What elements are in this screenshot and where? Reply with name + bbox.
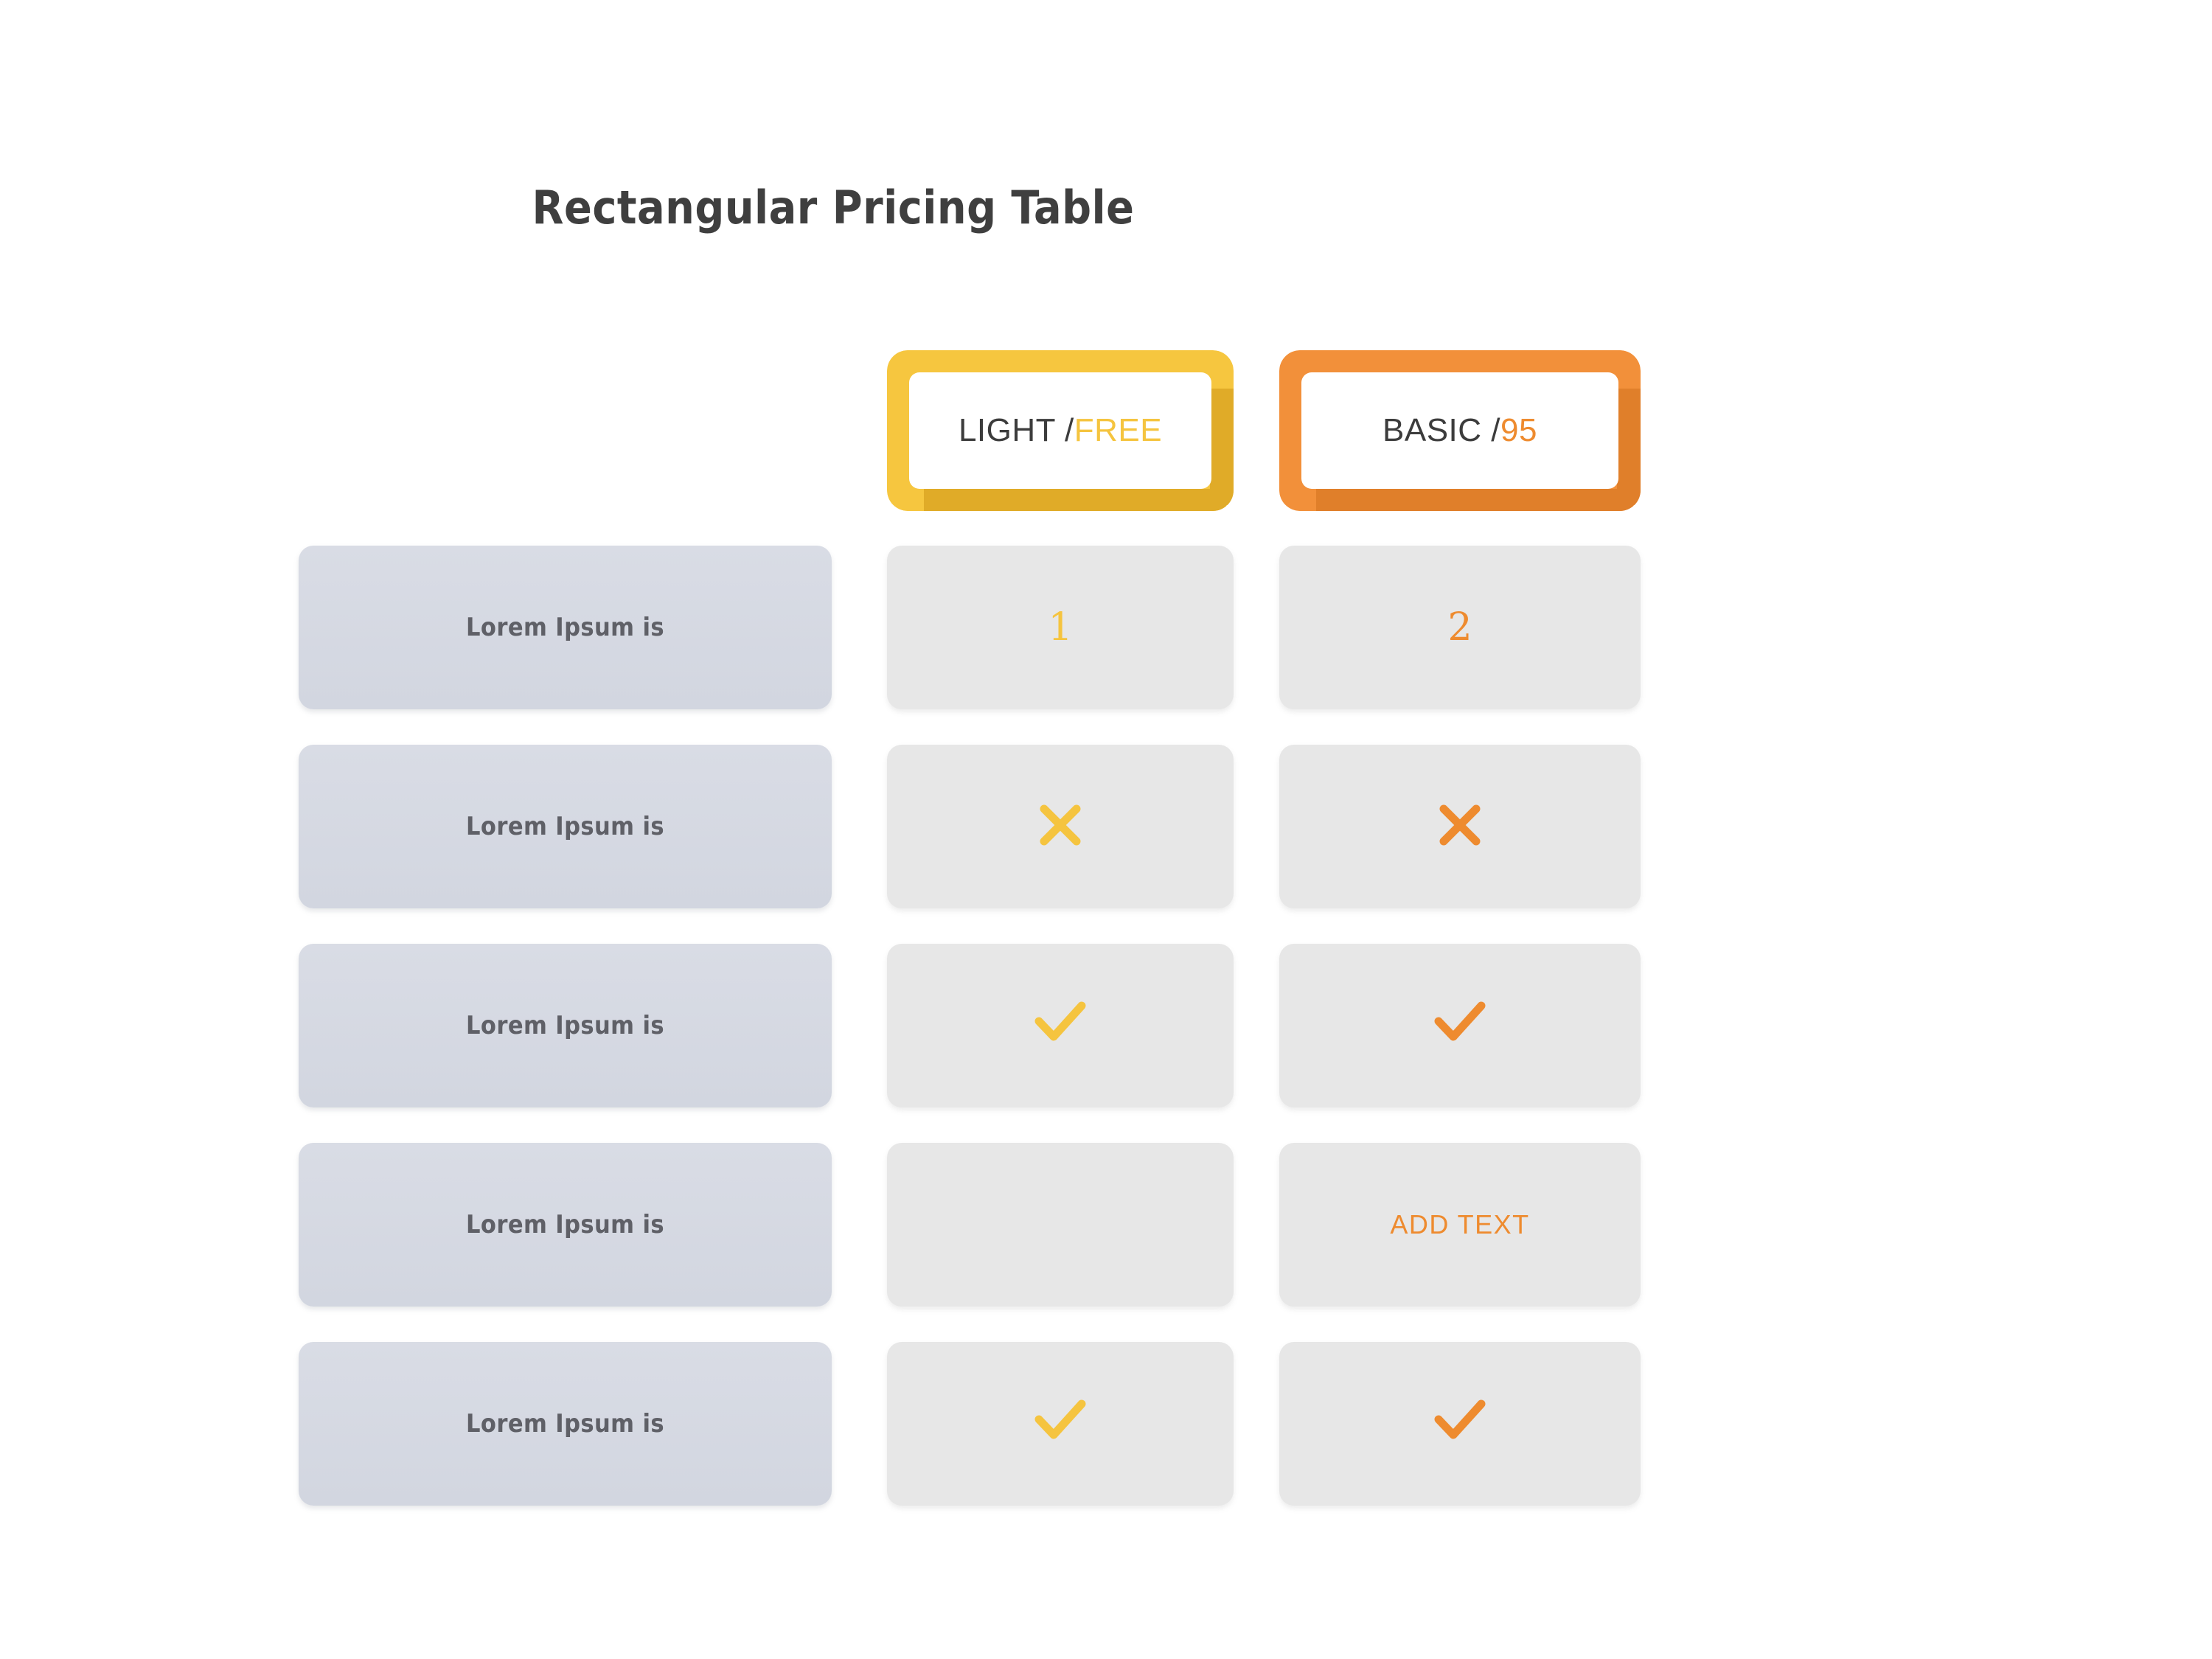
feature-label-text: Lorem Ipsum is xyxy=(466,1409,664,1439)
plan-name-text: BASIC / xyxy=(1382,412,1501,448)
page-title: Rectangular Pricing Table xyxy=(532,181,1135,234)
plan-card-shadow-bottom xyxy=(924,489,1226,511)
feature-label-cell: Lorem Ipsum is xyxy=(299,1342,832,1506)
value-text: ADD TEXT xyxy=(1390,1209,1530,1239)
slide-canvas: Rectangular Pricing Table LIGHT /FREE BA… xyxy=(0,0,2212,1659)
value-number: 2 xyxy=(1447,605,1472,650)
plan-header-card-light[interactable]: LIGHT /FREE xyxy=(887,350,1234,511)
value-number: 1 xyxy=(1048,605,1073,650)
plan-value-cell[interactable] xyxy=(1279,944,1641,1107)
feature-label-cell: Lorem Ipsum is xyxy=(299,745,832,908)
plan-card-shadow-right xyxy=(1210,389,1234,505)
plan-value-cell[interactable] xyxy=(887,944,1234,1107)
plan-name-text: LIGHT / xyxy=(958,412,1074,448)
check-icon xyxy=(1434,1001,1486,1051)
feature-label-cell: Lorem Ipsum is xyxy=(299,1143,832,1307)
feature-label-text: Lorem Ipsum is xyxy=(466,1011,664,1040)
plan-price-light: FREE xyxy=(1074,412,1163,448)
check-icon xyxy=(1434,1399,1486,1449)
plan-card-inner: LIGHT /FREE xyxy=(909,372,1211,489)
plan-name-light: LIGHT /FREE xyxy=(959,412,1162,449)
feature-label-cell: Lorem Ipsum is xyxy=(299,546,832,709)
check-icon xyxy=(1034,1399,1086,1449)
plan-card-shadow-right xyxy=(1617,389,1641,505)
cross-icon xyxy=(1438,803,1482,851)
plan-value-cell[interactable] xyxy=(887,1342,1234,1506)
plan-card-shadow-bottom xyxy=(1316,489,1633,511)
plan-value-cell[interactable]: 1 xyxy=(887,546,1234,709)
plan-value-cell[interactable] xyxy=(1279,1342,1641,1506)
plan-value-cell[interactable]: ADD TEXT xyxy=(1279,1143,1641,1307)
plan-value-cell[interactable]: 2 xyxy=(1279,546,1641,709)
plan-value-cell[interactable] xyxy=(1279,745,1641,908)
plan-name-basic: BASIC /95 xyxy=(1382,412,1537,449)
check-icon xyxy=(1034,1001,1086,1051)
feature-label-text: Lorem Ipsum is xyxy=(466,1210,664,1239)
feature-label-text: Lorem Ipsum is xyxy=(466,812,664,841)
plan-value-cell[interactable] xyxy=(887,745,1234,908)
plan-header-card-basic[interactable]: BASIC /95 xyxy=(1279,350,1641,511)
plan-card-inner: BASIC /95 xyxy=(1301,372,1618,489)
plan-price-basic: 95 xyxy=(1500,412,1537,448)
plan-value-cell[interactable] xyxy=(887,1143,1234,1307)
feature-label-text: Lorem Ipsum is xyxy=(466,613,664,642)
feature-label-cell: Lorem Ipsum is xyxy=(299,944,832,1107)
cross-icon xyxy=(1038,803,1082,851)
